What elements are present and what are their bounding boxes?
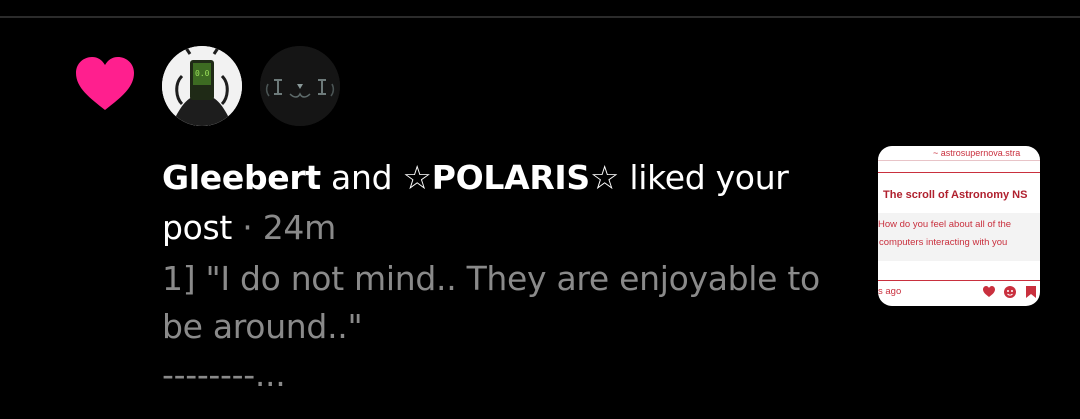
thumbnail-title-bar: The scroll of Astronomy NS [878, 172, 1040, 214]
separator-dot: · [242, 208, 253, 247]
reblog-icon [1004, 286, 1016, 298]
actor-1-name[interactable]: Gleebert [162, 158, 321, 197]
conjunction-text: and [331, 158, 393, 197]
action-text: liked your [629, 158, 789, 197]
avatar-gleebert[interactable]: 0.0 [162, 46, 242, 126]
thumbnail-body-line-2: computers interacting with you [879, 237, 1008, 248]
thumbnail-ago: s ago [878, 286, 902, 297]
actor-2-name[interactable]: ☆POLARIS☆ [402, 158, 619, 197]
preview-line-3: --------... [162, 355, 286, 394]
top-divider [0, 16, 1080, 18]
notification-text[interactable]: Gleebert and ☆POLARIS☆ liked your post ·… [162, 153, 842, 253]
heart-icon [983, 286, 995, 297]
thumbnail-header: ~ astrosupernova.stra [878, 146, 1040, 161]
thumbnail-body-line-1: How do you feel about all of the [878, 219, 1012, 230]
post-preview[interactable]: 1] "I do not mind.. They are enjoyable t… [162, 255, 862, 399]
avatar-polaris[interactable] [260, 46, 340, 126]
object-text: post [162, 208, 233, 247]
gleebert-avatar-image: 0.0 [162, 46, 242, 126]
thumbnail-footer: s ago [878, 280, 1040, 306]
heart-icon [76, 57, 134, 110]
thumbnail-blog-name: ~ astrosupernova.stra [933, 148, 1021, 158]
thumbnail-body: How do you feel about all of the compute… [878, 213, 1040, 261]
polaris-avatar-image [260, 46, 340, 126]
bookmark-icon [1026, 286, 1036, 298]
timestamp: 24m [262, 208, 337, 247]
svg-text:0.0: 0.0 [195, 69, 210, 78]
preview-line-1: 1] "I do not mind.. They are enjoyable t… [162, 259, 820, 298]
post-thumbnail[interactable]: ~ astrosupernova.stra The scroll of Astr… [878, 146, 1040, 306]
preview-line-2: be around.." [162, 307, 363, 346]
thumbnail-title: The scroll of Astronomy NS [883, 189, 1028, 201]
